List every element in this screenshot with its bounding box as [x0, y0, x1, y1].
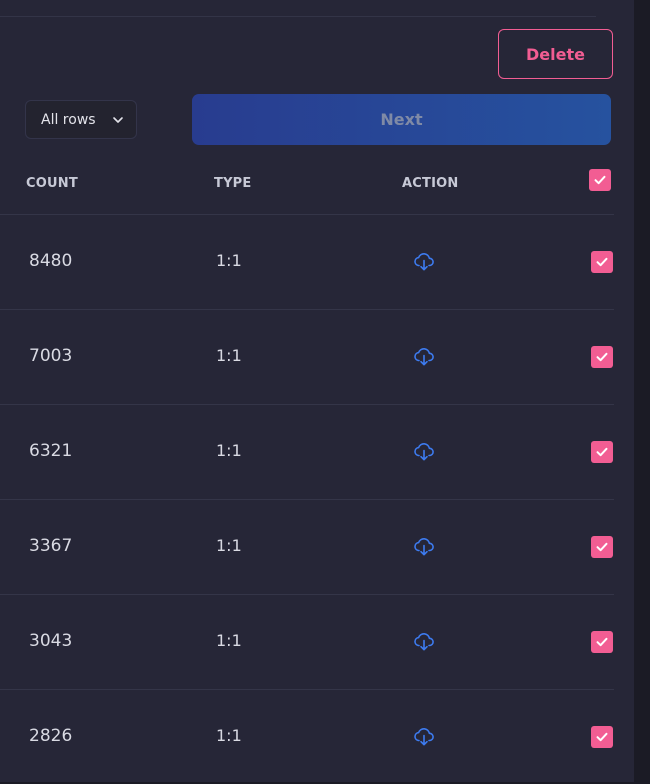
check-icon	[596, 257, 608, 267]
column-header-action: ACTION	[402, 176, 459, 191]
table-row: 7003 1:1	[0, 309, 614, 404]
row-checkbox[interactable]	[591, 536, 613, 558]
row-checkbox[interactable]	[591, 631, 613, 653]
row-checkbox[interactable]	[591, 441, 613, 463]
row-checkbox[interactable]	[591, 726, 613, 748]
row-checkbox[interactable]	[591, 346, 613, 368]
select-all-checkbox[interactable]	[589, 169, 611, 191]
cell-count: 2826	[29, 726, 73, 746]
rows-filter-value: All rows	[41, 111, 96, 128]
table-row: 3043 1:1	[0, 594, 614, 689]
rows-filter-select[interactable]: All rows	[25, 100, 137, 139]
cell-type: 1:1	[216, 346, 242, 365]
cell-count: 3043	[29, 631, 73, 651]
table-row: 3367 1:1	[0, 499, 614, 594]
cell-type: 1:1	[216, 441, 242, 460]
cell-count: 7003	[29, 346, 73, 366]
scrollbar[interactable]	[634, 0, 650, 782]
cell-type: 1:1	[216, 251, 242, 270]
column-header-type[interactable]: TYPE	[214, 176, 252, 191]
cell-type: 1:1	[216, 726, 242, 745]
delete-button[interactable]: Delete	[498, 29, 613, 79]
cloud-download-icon[interactable]	[412, 249, 436, 273]
check-icon	[596, 352, 608, 362]
table-row: 8480 1:1	[0, 214, 614, 309]
check-icon	[596, 447, 608, 457]
cell-type: 1:1	[216, 536, 242, 555]
next-button[interactable]: Next	[192, 94, 611, 145]
cloud-download-icon[interactable]	[412, 724, 436, 748]
table-row: 6321 1:1	[0, 404, 614, 499]
row-checkbox[interactable]	[591, 251, 613, 273]
cloud-download-icon[interactable]	[412, 629, 436, 653]
divider	[0, 16, 596, 17]
check-icon	[596, 542, 608, 552]
chevron-down-icon	[113, 117, 123, 123]
check-icon	[596, 637, 608, 647]
cloud-download-icon[interactable]	[412, 534, 436, 558]
check-icon	[596, 732, 608, 742]
cell-type: 1:1	[216, 631, 242, 650]
column-header-count[interactable]: COUNT	[26, 176, 78, 191]
cloud-download-icon[interactable]	[412, 439, 436, 463]
check-icon	[594, 175, 606, 185]
table-row: 2826 1:1	[0, 689, 614, 784]
cloud-download-icon[interactable]	[412, 344, 436, 368]
cell-count: 6321	[29, 441, 73, 461]
table-panel: Delete All rows Next COUNT TYPE ACTION 8…	[0, 0, 634, 782]
cell-count: 3367	[29, 536, 73, 556]
cell-count: 8480	[29, 251, 73, 271]
